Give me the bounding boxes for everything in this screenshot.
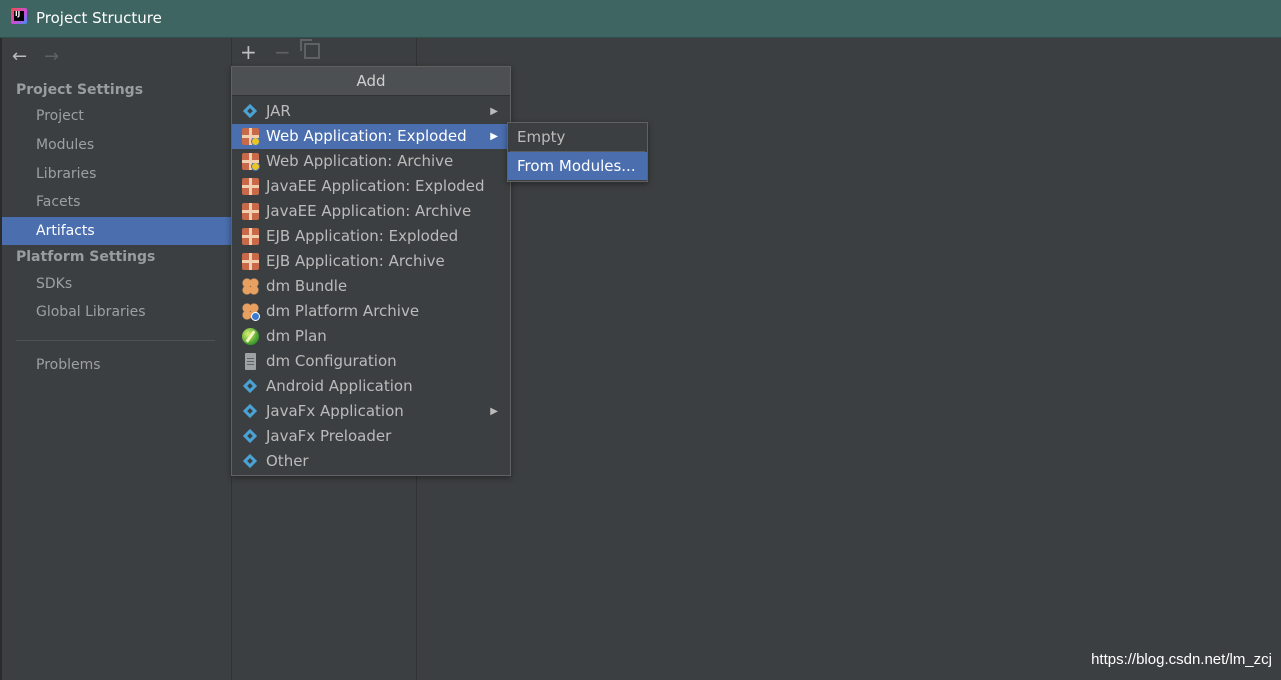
section-title-platform-settings: Platform Settings xyxy=(16,249,156,265)
sidebar-item-global-libraries[interactable]: Global Libraries xyxy=(2,298,231,326)
sidebar-item-sdks[interactable]: SDKs xyxy=(2,270,231,298)
ejb-icon xyxy=(242,253,259,270)
web-app-icon xyxy=(242,128,260,146)
sidebar-item-project[interactable]: Project xyxy=(2,102,231,130)
web-app-icon xyxy=(242,153,260,171)
add-icon[interactable]: + xyxy=(240,40,257,64)
sidebar-item-facets[interactable]: Facets xyxy=(2,188,231,216)
menu-item-label: JavaFx Preloader xyxy=(266,427,392,445)
diamond-icon xyxy=(242,378,259,395)
menu-item-dm-bundle[interactable]: dm Bundle xyxy=(232,274,510,299)
menu-item-ejb-archive[interactable]: EJB Application: Archive xyxy=(232,249,510,274)
menu-item-label: dm Platform Archive xyxy=(266,302,420,320)
watermark-url: https://blog.csdn.net/lm_zcj xyxy=(1091,651,1272,668)
menu-item-dm-configuration[interactable]: dm Configuration xyxy=(232,349,510,374)
menu-item-javafx-application[interactable]: JavaFx Application ▶ xyxy=(232,399,510,424)
menu-item-ejb-exploded[interactable]: EJB Application: Exploded xyxy=(232,224,510,249)
sidebar-divider xyxy=(16,340,215,341)
remove-icon[interactable]: − xyxy=(274,40,291,64)
menu-item-label: JavaEE Application: Exploded xyxy=(266,177,485,195)
menu-item-label: JavaFx Application xyxy=(266,402,404,420)
menu-item-javaee-archive[interactable]: JavaEE Application: Archive xyxy=(232,199,510,224)
menu-item-label: EJB Application: Archive xyxy=(266,252,445,270)
menu-item-web-app-exploded[interactable]: Web Application: Exploded ▶ xyxy=(232,124,510,149)
menu-header: Add xyxy=(232,67,510,96)
sidebar: ← → Project Settings Project Modules Lib… xyxy=(0,38,231,680)
plan-icon xyxy=(242,328,259,345)
section-title-project-settings: Project Settings xyxy=(16,82,144,98)
diamond-icon xyxy=(242,428,259,445)
intellij-app-icon: IJ xyxy=(11,8,27,24)
diamond-icon xyxy=(242,403,259,420)
back-arrow-icon[interactable]: ← xyxy=(12,46,27,67)
menu-item-label: Web Application: Exploded xyxy=(266,127,467,145)
menu-item-label: EJB Application: Exploded xyxy=(266,227,459,245)
sidebar-item-libraries[interactable]: Libraries xyxy=(2,160,231,188)
submenu-arrow-icon: ▶ xyxy=(490,131,498,142)
submenu-item-from-modules[interactable]: From Modules... xyxy=(508,152,647,180)
diamond-icon xyxy=(242,103,259,120)
document-icon xyxy=(245,353,256,370)
forward-arrow-icon[interactable]: → xyxy=(44,46,59,67)
menu-item-web-app-archive[interactable]: Web Application: Archive xyxy=(232,149,510,174)
menu-item-android-application[interactable]: Android Application xyxy=(232,374,510,399)
javaee-icon xyxy=(242,203,259,220)
title-bar: IJ Project Structure xyxy=(0,0,1281,38)
web-app-exploded-submenu: Empty From Modules... xyxy=(507,122,648,182)
menu-item-javaee-exploded[interactable]: JavaEE Application: Exploded xyxy=(232,174,510,199)
ejb-icon xyxy=(242,228,259,245)
menu-item-label: dm Plan xyxy=(266,327,327,345)
sidebar-item-problems[interactable]: Problems xyxy=(2,351,231,379)
menu-item-label: dm Bundle xyxy=(266,277,348,295)
submenu-item-empty[interactable]: Empty xyxy=(508,123,647,151)
bundle-icon xyxy=(242,278,259,295)
submenu-arrow-icon: ▶ xyxy=(490,406,498,417)
menu-item-other[interactable]: Other xyxy=(232,449,510,474)
menu-item-label: Other xyxy=(266,452,309,470)
sidebar-item-modules[interactable]: Modules xyxy=(2,131,231,159)
javaee-icon xyxy=(242,178,259,195)
diamond-icon xyxy=(242,453,259,470)
menu-item-label: JAR xyxy=(266,102,291,120)
menu-item-label: dm Configuration xyxy=(266,352,397,370)
menu-item-jar[interactable]: JAR ▶ xyxy=(232,99,510,124)
window-title: Project Structure xyxy=(36,9,162,27)
copy-icon[interactable] xyxy=(300,39,320,59)
menu-item-javafx-preloader[interactable]: JavaFx Preloader xyxy=(232,424,510,449)
add-artifact-menu: Add JAR ▶ Web Application: Exploded ▶ We… xyxy=(231,66,511,476)
menu-item-label: JavaEE Application: Archive xyxy=(266,202,472,220)
menu-item-label: Web Application: Archive xyxy=(266,152,454,170)
menu-item-dm-platform-archive[interactable]: dm Platform Archive xyxy=(232,299,510,324)
bundle-icon xyxy=(242,303,260,321)
menu-item-dm-plan[interactable]: dm Plan xyxy=(232,324,510,349)
submenu-arrow-icon: ▶ xyxy=(490,106,498,117)
menu-item-label: Android Application xyxy=(266,377,413,395)
sidebar-item-artifacts[interactable]: Artifacts xyxy=(2,217,231,245)
